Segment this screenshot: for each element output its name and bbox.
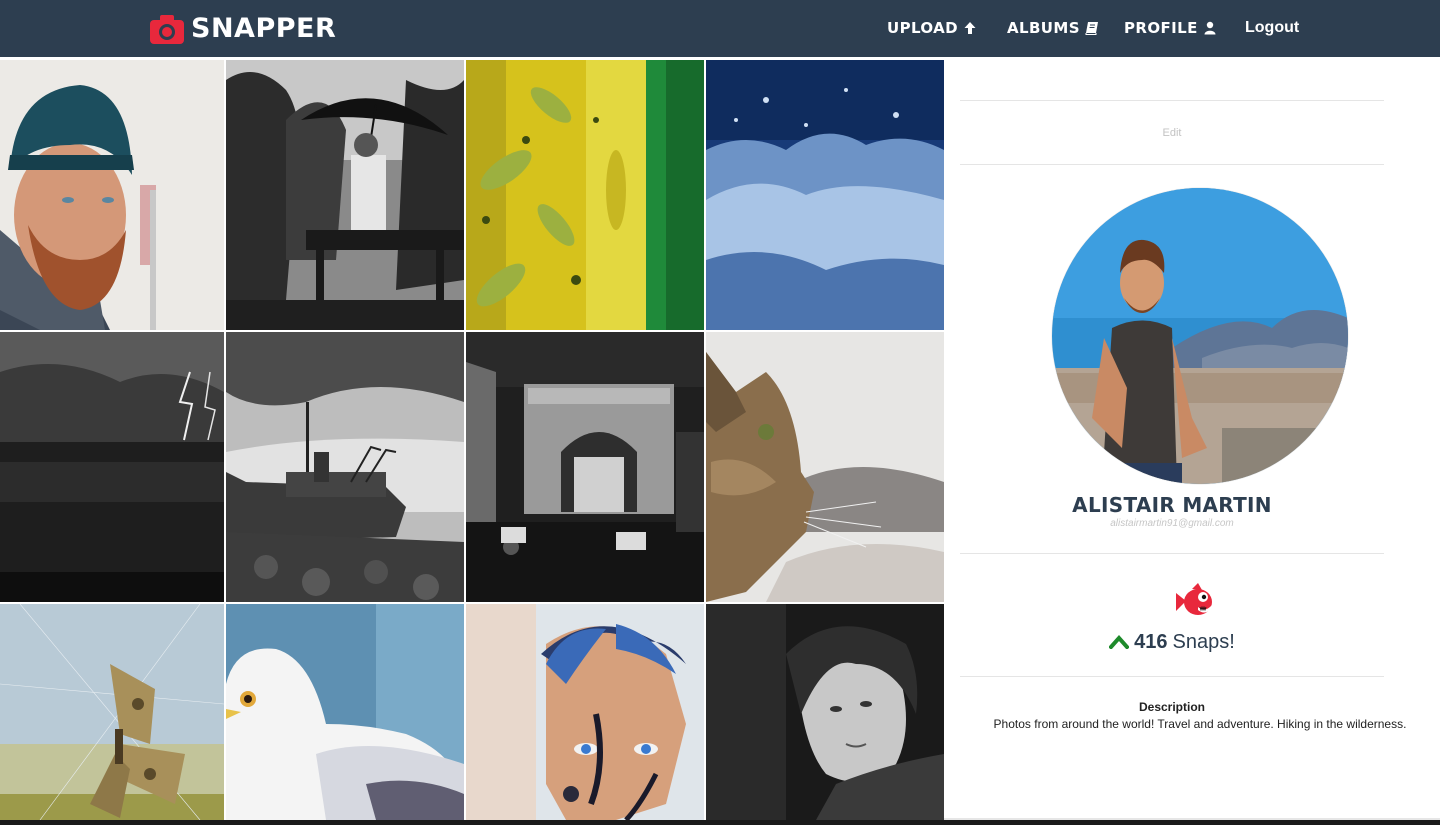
gallery-photo[interactable] — [466, 60, 704, 330]
gallery-photo[interactable] — [226, 332, 464, 602]
gallery-photo[interactable] — [0, 60, 224, 330]
camera-icon — [150, 15, 184, 44]
description-title: Description — [1138, 700, 1205, 714]
gallery-photo[interactable] — [466, 332, 704, 602]
brand-link[interactable]: SNAPPER — [150, 12, 336, 46]
nav-logout-link[interactable]: Logout — [1245, 17, 1299, 39]
description-text: Photos from around the world! Travel and… — [993, 717, 1407, 731]
chevron-up-icon[interactable] — [1109, 635, 1130, 649]
profile-sidebar: Edit ALISTAIR MARTIN alistairmartin91@gm… — [944, 57, 1440, 820]
user-icon — [1204, 21, 1216, 35]
gallery-photo[interactable] — [226, 604, 464, 820]
nav-upload-label: UPLOAD — [887, 19, 959, 37]
nav-profile-link[interactable]: PROFILE — [1124, 17, 1217, 39]
profile-name: ALISTAIR MARTIN — [1072, 493, 1272, 517]
nav-albums-link[interactable]: ALBUMS — [1007, 17, 1099, 39]
sidebar-bottom-edge — [944, 818, 1440, 820]
divider — [960, 164, 1384, 165]
gallery-photo[interactable] — [0, 604, 224, 820]
book-icon — [1085, 22, 1098, 35]
gallery-photo[interactable] — [0, 332, 224, 602]
brand-name: SNAPPER — [191, 13, 337, 44]
divider — [960, 676, 1384, 677]
nav-albums-label: ALBUMS — [1007, 19, 1080, 37]
snaps-count: 416 — [1134, 630, 1168, 653]
nav-profile-label: PROFILE — [1124, 19, 1198, 37]
nav-upload-link[interactable]: UPLOAD — [887, 17, 977, 39]
edit-profile-link[interactable]: Edit — [960, 127, 1384, 139]
divider — [960, 553, 1384, 554]
gallery-photo[interactable] — [706, 604, 944, 820]
profile-email: alistairmartin91@gmail.com — [1110, 518, 1234, 529]
photo-grid — [0, 60, 944, 820]
snaps-label: Snaps! — [1172, 630, 1235, 653]
gallery-photo[interactable] — [466, 604, 704, 820]
page-bottom-edge — [0, 820, 1440, 825]
snaps-counter: 416 Snaps! — [960, 629, 1384, 655]
divider — [960, 100, 1384, 101]
profile-avatar[interactable] — [1052, 188, 1348, 484]
gallery-photo[interactable] — [226, 60, 464, 330]
arrow-up-icon — [964, 22, 976, 34]
gallery-photo[interactable] — [706, 332, 944, 602]
red-fish-icon — [1176, 583, 1212, 615]
top-navbar: SNAPPER UPLOAD ALBUMS PROFILE Logout — [0, 0, 1440, 57]
gallery-photo[interactable] — [706, 60, 944, 330]
